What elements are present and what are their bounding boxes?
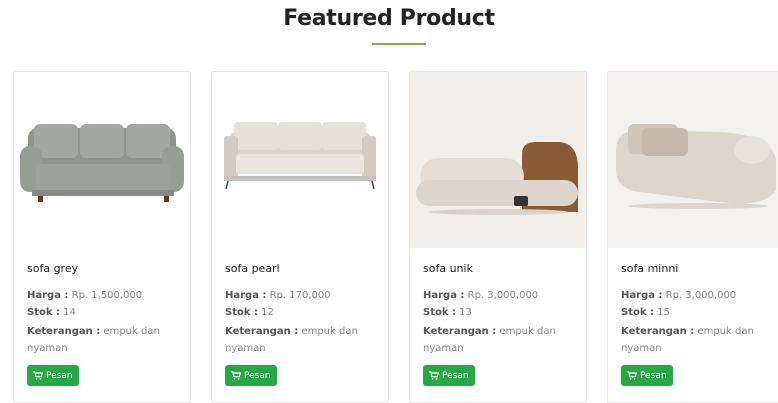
order-button[interactable]: Pesan: [423, 365, 475, 386]
product-stock: Stok : 12: [225, 307, 274, 318]
product-price: Harga : Rp. 170,000: [225, 290, 331, 301]
product-name: sofa minni: [621, 262, 679, 275]
product-description: Keterangan : empuk dan nyaman: [423, 326, 556, 354]
shopping-cart-icon: [33, 371, 43, 380]
product-price: Harga : Rp. 3,000,000: [423, 290, 539, 301]
product-name: sofa unik: [423, 262, 473, 275]
product-price: Harga : Rp. 3,000,000: [621, 290, 737, 301]
product-description: Keterangan : empuk dan nyaman: [27, 326, 160, 354]
shopping-cart-icon: [429, 371, 439, 380]
curved-sofa-image[interactable]: [608, 72, 778, 248]
order-button[interactable]: Pesan: [27, 365, 79, 386]
product-description: Keterangan : empuk dan nyaman: [621, 326, 754, 354]
order-button[interactable]: Pesan: [225, 365, 277, 386]
product-stock: Stok : 15: [621, 307, 670, 318]
pearl-sofa-image[interactable]: [212, 72, 388, 248]
product-name: sofa pearl: [225, 262, 280, 275]
order-button[interactable]: Pesan: [621, 365, 673, 386]
product-card: sofa unik Harga : Rp. 3,000,000 Stok : 1…: [409, 71, 587, 403]
product-card: sofa pearl Harga : Rp. 170,000 Stok : 12…: [211, 71, 389, 403]
product-price: Harga : Rp. 1,500,000: [27, 290, 143, 301]
unique-sofa-image[interactable]: [410, 72, 586, 248]
product-description: Keterangan : empuk dan nyaman: [225, 326, 358, 354]
product-stock: Stok : 13: [423, 307, 472, 318]
product-name: sofa grey: [27, 262, 79, 275]
shopping-cart-icon: [627, 371, 637, 380]
product-card: sofa minni Harga : Rp. 3,000,000 Stok : …: [607, 71, 778, 403]
shopping-cart-icon: [231, 371, 241, 380]
product-grid: sofa grey Harga : Rp. 1,500,000 Stok : 1…: [0, 0, 778, 403]
product-card: sofa grey Harga : Rp. 1,500,000 Stok : 1…: [13, 71, 191, 403]
product-stock: Stok : 14: [27, 307, 76, 318]
grey-sofa-image[interactable]: [14, 72, 190, 248]
